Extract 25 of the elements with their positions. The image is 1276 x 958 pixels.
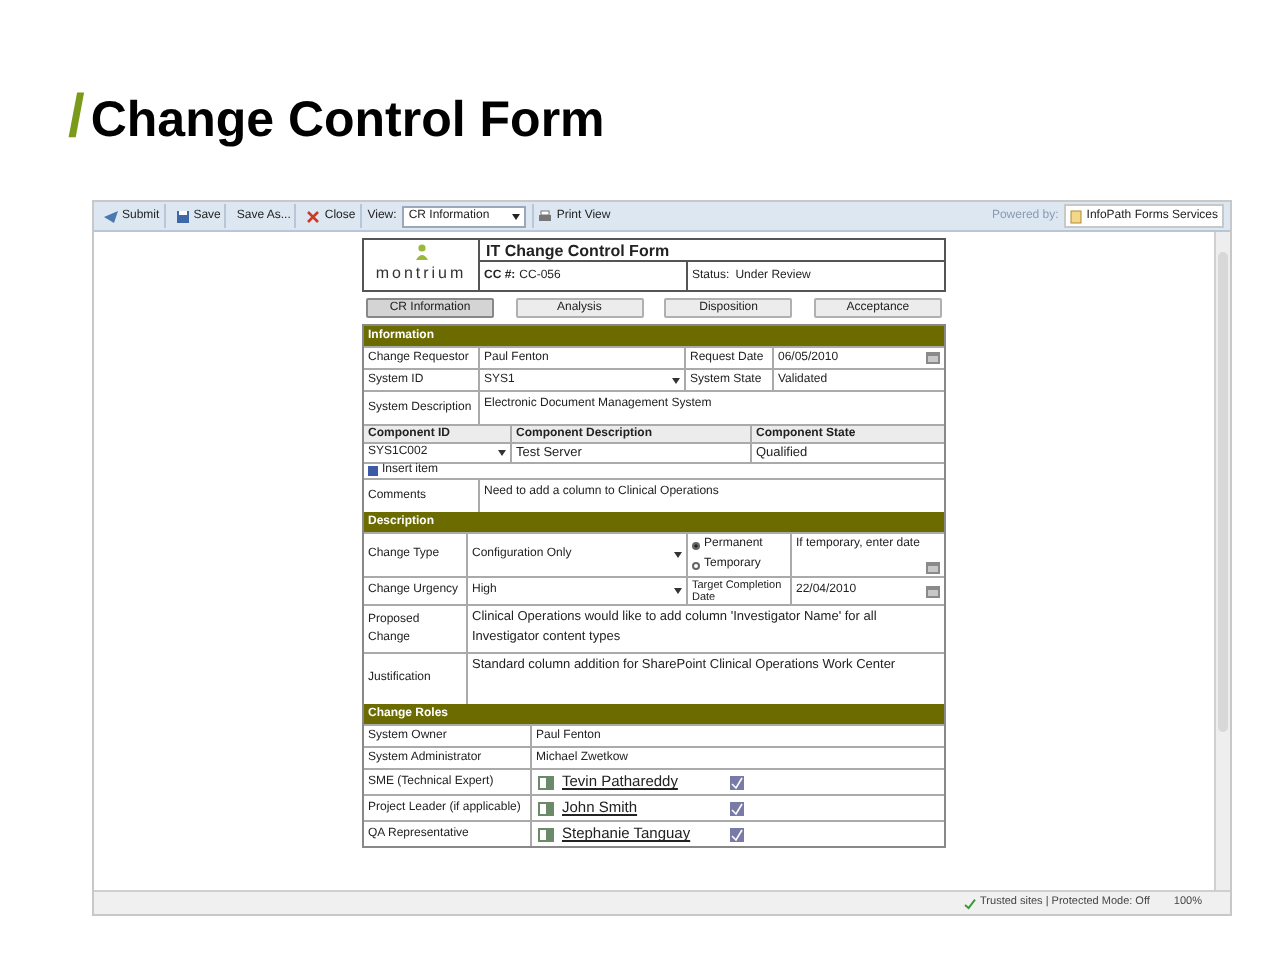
send-icon — [104, 209, 118, 223]
dropdown-arrow-icon — [674, 588, 682, 594]
plus-square-icon — [368, 466, 378, 476]
calendar-icon — [926, 352, 940, 364]
scrollbar[interactable] — [1214, 232, 1230, 890]
check-names-icon[interactable] — [730, 775, 744, 789]
address-book-icon[interactable] — [538, 827, 554, 841]
address-book-icon[interactable] — [538, 801, 554, 815]
printer-icon — [538, 209, 553, 223]
form-title: IT Change Control Form — [480, 240, 944, 262]
company-logo-text: montrium — [375, 262, 467, 286]
dropdown-arrow-icon — [512, 213, 521, 219]
dropdown-arrow-icon — [498, 450, 506, 456]
slide-title: Change Control Form — [90, 96, 605, 146]
check-names-icon[interactable] — [730, 801, 744, 815]
address-book-icon[interactable] — [538, 775, 554, 789]
title-slash: / — [68, 88, 85, 148]
date-picker-button[interactable] — [926, 562, 940, 574]
dropdown-arrow-icon — [674, 552, 682, 558]
dropdown-arrow-icon — [672, 377, 680, 383]
logo-mark-icon — [413, 244, 429, 262]
close-icon — [306, 209, 321, 223]
document-icon — [1070, 209, 1083, 223]
check-names-icon[interactable] — [730, 827, 744, 841]
checkmark-icon — [964, 897, 977, 909]
